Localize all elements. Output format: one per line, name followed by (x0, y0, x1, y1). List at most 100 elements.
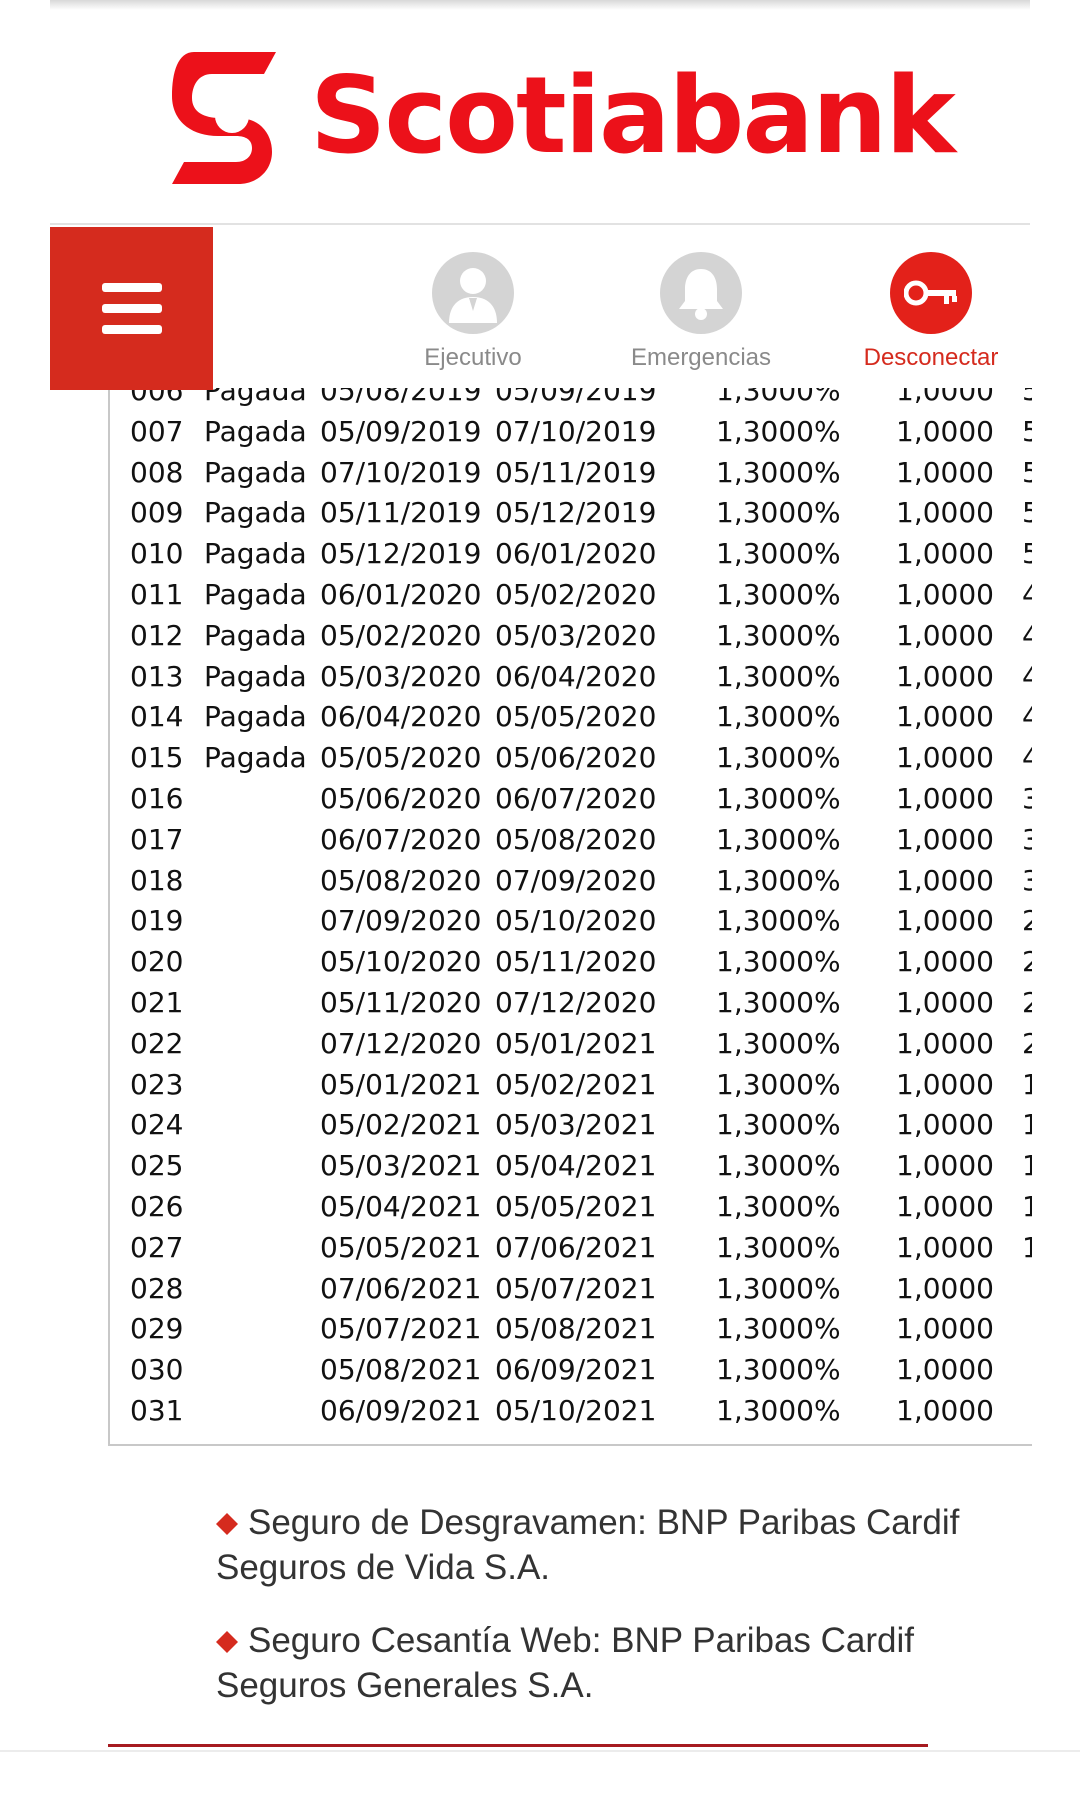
cell-from: 06/04/2020 (320, 700, 482, 734)
key-icon (890, 252, 972, 334)
cell-extra: 2 (1022, 986, 1032, 1019)
nav-ejecutivo[interactable]: Ejecutivo (418, 252, 528, 372)
cell-to: 05/10/2020 (495, 904, 657, 938)
cell-from: 05/04/2021 (320, 1190, 482, 1223)
menu-button[interactable] (50, 227, 213, 390)
cell-factor: 1,0000 (896, 986, 994, 1019)
cell-to: 05/05/2021 (495, 1190, 657, 1223)
nav-emergencias[interactable]: Emergencias (620, 252, 782, 372)
table-row: 011 Pagada 06/01/2020 05/02/2020 1,3000% 1,00… (110, 578, 1032, 619)
cell-factor: 1,0000 (896, 1108, 994, 1142)
cell-extra: 3 (1022, 864, 1032, 897)
cell-from: 05/08/2020 (320, 863, 482, 897)
table-row: 025 05/03/2021 05/04/2021 1,3000% 1,0000 1 (110, 1149, 1032, 1190)
cell-from: 05/05/2020 (320, 741, 482, 775)
cell-extra: 4 (1022, 619, 1032, 652)
cell-factor: 1,0000 (896, 1394, 994, 1427)
cell-rate: 1,3000% (716, 1067, 841, 1101)
cell-factor: 1,0000 (896, 1190, 994, 1223)
cell-status: Pagada (204, 496, 307, 530)
cell-num: 019 (130, 904, 184, 938)
cell-factor: 1,0000 (896, 659, 994, 693)
cell-rate: 1,3000% (716, 782, 841, 815)
cell-to: 05/02/2021 (495, 1067, 657, 1101)
installments-table[interactable]: 006 Pagada 05/08/2019 05/09/2019 1,3000% 1,00… (108, 380, 1032, 1446)
cell-rate: 1,3000% (716, 455, 841, 489)
cell-extra: 5 (1022, 496, 1032, 529)
cell-extra: 2 (1022, 1027, 1032, 1060)
cell-num: 028 (130, 1271, 184, 1305)
cell-num: 010 (130, 537, 184, 571)
cell-from: 07/10/2019 (320, 455, 482, 489)
cell-from: 05/05/2021 (320, 1230, 482, 1264)
cell-extra: 5 (1022, 537, 1032, 570)
cell-factor: 1,0000 (896, 700, 994, 734)
table-row: 031 06/09/2021 05/10/2021 1,3000% 1,0000 (110, 1394, 1032, 1435)
cell-factor: 1,0000 (896, 537, 994, 571)
table-row: 009 Pagada 05/11/2019 05/12/2019 1,3000% 1,00… (110, 496, 1032, 537)
cell-rate: 1,3000% (716, 1394, 841, 1427)
cell-factor: 1,0000 (896, 945, 994, 979)
cell-extra: 3 (1022, 782, 1032, 815)
table-row: 020 05/10/2020 05/11/2020 1,3000% 1,0000 2 (110, 945, 1032, 986)
cell-rate: 1,3000% (716, 945, 841, 979)
cell-rate: 1,3000% (716, 863, 841, 897)
table-row: 030 05/08/2021 06/09/2021 1,3000% 1,0000 (110, 1353, 1032, 1394)
cell-from: 05/01/2021 (320, 1067, 482, 1101)
cell-extra: 1 (1022, 1190, 1032, 1223)
cell-from: 07/09/2020 (320, 904, 482, 938)
cell-extra: 2 (1022, 904, 1032, 937)
cell-num: 021 (130, 986, 184, 1019)
cell-rate: 1,3000% (716, 1149, 841, 1183)
cell-num: 014 (130, 700, 184, 734)
table-row: 018 05/08/2020 07/09/2020 1,3000% 1,0000 3 (110, 864, 1032, 905)
table-row: 023 05/01/2021 05/02/2021 1,3000% 1,0000 1 (110, 1068, 1032, 1109)
table-row: 017 06/07/2020 05/08/2020 1,3000% 1,0000 3 (110, 823, 1032, 864)
cell-factor: 1,0000 (896, 1230, 994, 1264)
cell-num: 008 (130, 455, 184, 489)
cell-from: 05/11/2020 (320, 986, 482, 1019)
table-row: 021 05/11/2020 07/12/2020 1,3000% 1,0000 2 (110, 986, 1032, 1027)
cell-extra: 4 (1022, 578, 1032, 611)
note-item: Seguro de Desgravamen: BNP Paribas Cardi… (216, 1500, 976, 1590)
cell-num: 016 (130, 782, 184, 815)
nav-label-ejecutivo: Ejecutivo (424, 344, 522, 371)
cell-rate: 1,3000% (716, 578, 841, 611)
table-row: 008 Pagada 07/10/2019 05/11/2019 1,3000% 1,00… (110, 456, 1032, 497)
cell-factor: 1,0000 (896, 741, 994, 775)
insurance-notes: Seguro de Desgravamen: BNP Paribas Cardi… (216, 1500, 976, 1736)
cell-num: 030 (130, 1353, 184, 1387)
cell-to: 05/03/2021 (495, 1108, 657, 1142)
table-row: 024 05/02/2021 05/03/2021 1,3000% 1,0000 1 (110, 1108, 1032, 1149)
cell-rate: 1,3000% (716, 618, 841, 652)
note-item: Seguro Cesantía Web: BNP Paribas Cardif … (216, 1618, 976, 1708)
cell-factor: 1,0000 (896, 414, 994, 448)
brand-name: Scotiabank (310, 54, 956, 177)
nav-label-emergencias: Emergencias (630, 344, 772, 371)
note-text: Seguro Cesantía Web: BNP Paribas Cardif … (216, 1621, 914, 1705)
cell-num: 012 (130, 618, 184, 652)
cell-rate: 1,3000% (716, 1353, 841, 1387)
bottom-red-line (108, 1744, 928, 1747)
cell-from: 05/08/2021 (320, 1353, 482, 1387)
nav-desconectar[interactable]: Desconectar (852, 252, 1010, 372)
note-text: Seguro de Desgravamen: BNP Paribas Cardi… (216, 1503, 960, 1587)
cell-from: 05/11/2019 (320, 496, 482, 530)
hamburger-menu-icon (101, 283, 162, 292)
cell-rate: 1,3000% (716, 1108, 841, 1142)
cell-factor: 1,0000 (896, 1067, 994, 1101)
cell-from: 06/09/2021 (320, 1394, 482, 1427)
cell-from: 05/02/2020 (320, 618, 482, 652)
table-row: 013 Pagada 05/03/2020 06/04/2020 1,3000% 1,00… (110, 660, 1032, 701)
cell-num: 026 (130, 1190, 184, 1223)
cell-rate: 1,3000% (716, 414, 841, 448)
cell-rate: 1,3000% (716, 496, 841, 530)
cell-status: Pagada (204, 741, 307, 775)
cell-to: 05/12/2019 (495, 496, 657, 530)
scotiabank-logo[interactable]: Scotiabank (168, 46, 956, 186)
cell-status: Pagada (204, 659, 307, 693)
bell-icon (660, 252, 742, 334)
cell-num: 018 (130, 863, 184, 897)
cell-num: 011 (130, 578, 184, 611)
cell-factor: 1,0000 (896, 904, 994, 938)
